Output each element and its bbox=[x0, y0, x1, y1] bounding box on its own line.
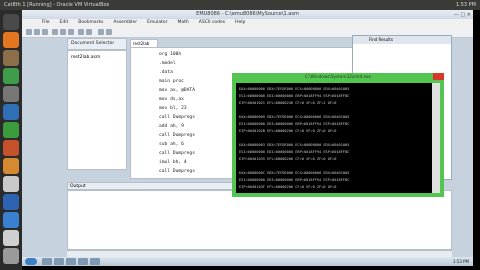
settings-icon[interactable] bbox=[3, 86, 19, 102]
console-line: ESI=00000000 EDI=00000000 EBP=0018FF94 E… bbox=[239, 94, 350, 98]
menu-item[interactable]: Emulator bbox=[147, 20, 167, 25]
guest-window-title: EMU8086 - C:\emu8086\MySource\1.asm bbox=[196, 11, 299, 17]
code-line: add ah, 9 bbox=[159, 124, 184, 129]
redo-icon[interactable] bbox=[86, 29, 92, 35]
taskbar-clock: 1:53 PM bbox=[452, 259, 469, 264]
emulate-icon[interactable] bbox=[106, 29, 112, 35]
menu-item[interactable]: Edit bbox=[60, 20, 69, 25]
code-line: mov ax, @DATA bbox=[159, 88, 195, 93]
virtualbox-icon[interactable] bbox=[3, 194, 19, 210]
paste-icon[interactable] bbox=[68, 29, 74, 35]
document-item[interactable]: rest2lab.asm bbox=[71, 55, 100, 60]
console-line: ESI=00000000 EDI=00000000 EBP=0018FF94 E… bbox=[239, 122, 350, 126]
impress-icon[interactable] bbox=[3, 140, 19, 156]
software-icon[interactable] bbox=[3, 158, 19, 174]
console-line: EIP=0040103F EFL=00000206 CF=0 SF=0 ZF=0… bbox=[239, 185, 337, 189]
media-icon[interactable] bbox=[66, 258, 76, 265]
code-line: sub ah, 6 bbox=[159, 142, 184, 147]
writer2-icon[interactable] bbox=[3, 212, 19, 228]
editor-tab[interactable]: rest2lab bbox=[130, 39, 158, 47]
dash-icon[interactable] bbox=[3, 14, 19, 30]
code-line: .data bbox=[159, 70, 173, 75]
cut-icon[interactable] bbox=[52, 29, 58, 35]
menu-item[interactable]: Help bbox=[235, 20, 245, 25]
chrome-icon[interactable] bbox=[3, 68, 19, 84]
calc-icon[interactable] bbox=[3, 122, 19, 138]
save-icon[interactable] bbox=[42, 29, 48, 35]
text-editor-icon[interactable] bbox=[3, 230, 19, 246]
host-title-bar: Cat8th 1 [Running] - Oracle VM VirtualBo… bbox=[0, 0, 480, 10]
code-line: .model bbox=[159, 61, 176, 66]
close-icon[interactable] bbox=[433, 73, 444, 80]
cmd-window[interactable]: C:\Windows\System32\cmd.exe EAX=00000000… bbox=[232, 73, 444, 197]
trash-icon[interactable] bbox=[3, 248, 19, 264]
menu-item[interactable]: Math bbox=[178, 20, 189, 25]
menu-bar: File Edit Bookmarks Assembler Emulator Math AS… bbox=[22, 19, 473, 27]
menu-item[interactable]: ASCII codes bbox=[199, 20, 225, 25]
menu-item[interactable]: File bbox=[42, 20, 50, 25]
cmd-title: C:\Windows\System32\cmd.exe bbox=[304, 74, 371, 79]
menu-item[interactable]: Bookmarks bbox=[78, 20, 103, 25]
console-line: ESI=00000000 EDI=00000000 EBP=0018FF94 E… bbox=[239, 178, 350, 182]
code-line: mov ds,ax bbox=[159, 97, 184, 102]
console-line: EAX=00000009 EBX=7EFDE000 ECX=00000000 E… bbox=[239, 115, 350, 119]
cmd-task-icon[interactable] bbox=[90, 258, 100, 265]
ubuntu-launcher bbox=[0, 10, 22, 270]
ie-icon[interactable] bbox=[42, 258, 52, 265]
code-line: org 100h bbox=[159, 52, 182, 57]
code-line: call Dumpregs bbox=[159, 133, 195, 138]
console-line: EIP=0040102B EFL=00000206 CF=0 SF=0 ZF=0… bbox=[239, 129, 337, 133]
explorer-icon[interactable] bbox=[54, 258, 64, 265]
cmd-console[interactable]: EAX=00000000 EBX=7EFDE000 ECX=00000000 E… bbox=[236, 83, 432, 193]
start-button[interactable] bbox=[25, 258, 37, 265]
code-line: call Dumpregs bbox=[159, 151, 195, 156]
find-results-title: Find Results bbox=[353, 36, 451, 44]
compile-icon[interactable] bbox=[98, 29, 104, 35]
copy-icon[interactable] bbox=[60, 29, 66, 35]
console-line: ESI=00000000 EDI=00000000 EBP=0018FF94 E… bbox=[239, 150, 350, 154]
amazon-icon[interactable] bbox=[3, 176, 19, 192]
cmd-scrollbar[interactable] bbox=[432, 83, 440, 193]
code-line: mov bl, 23 bbox=[159, 106, 187, 111]
output-panel bbox=[67, 190, 452, 250]
code-line: call Dumpregs bbox=[159, 115, 195, 120]
console-line: EAX=0000000C EBX=7EFDE000 ECX=00000000 E… bbox=[239, 171, 350, 175]
console-line: EIP=00401035 EFL=00000206 CF=0 SF=0 ZF=0… bbox=[239, 157, 337, 161]
console-line: EAX=00000000 EBX=7EFDE000 ECX=00000000 E… bbox=[239, 87, 350, 91]
console-line: EAX=00000003 EBX=7EFDE000 ECX=00000000 E… bbox=[239, 143, 350, 147]
editor-task-icon[interactable] bbox=[78, 258, 88, 265]
guest-window-title-bar: EMU8086 - C:\emu8086\MySource\1.asm — □ … bbox=[22, 10, 473, 19]
host-clock: 1:53 PM bbox=[455, 2, 476, 8]
host-window-title: Cat8th 1 [Running] - Oracle VM VirtualBo… bbox=[4, 2, 110, 8]
windows-taskbar: 1:53 PM bbox=[22, 257, 473, 266]
guest-screen: EMU8086 - C:\emu8086\MySource\1.asm — □ … bbox=[22, 10, 473, 266]
code-line: imul bh, 4 bbox=[159, 160, 187, 165]
console-line: EIP=00401021 EFL=00000246 CF=0 SF=0 ZF=1… bbox=[239, 101, 337, 105]
new-icon[interactable] bbox=[26, 29, 32, 35]
files-icon[interactable] bbox=[3, 50, 19, 66]
undo-icon[interactable] bbox=[78, 29, 84, 35]
document-selector-header: Document Selector bbox=[67, 38, 127, 50]
open-icon[interactable] bbox=[34, 29, 40, 35]
code-line: main proc bbox=[159, 79, 184, 84]
firefox-icon[interactable] bbox=[3, 32, 19, 48]
menu-item[interactable]: Assembler bbox=[113, 20, 137, 25]
code-line: call Dumpregs bbox=[159, 169, 195, 174]
writer-icon[interactable] bbox=[3, 104, 19, 120]
document-selector-list: rest2lab.asm bbox=[67, 50, 127, 170]
